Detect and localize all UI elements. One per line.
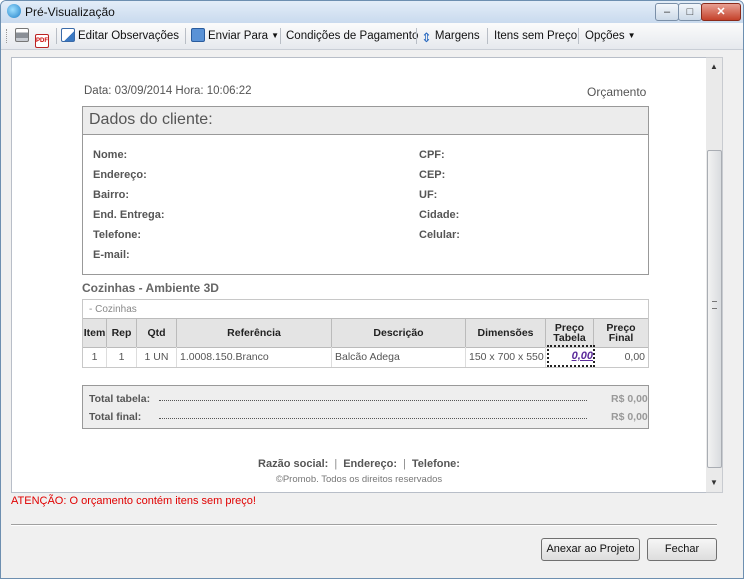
close-icon: ✕ xyxy=(716,6,726,18)
toolbar: PDF Editar Observações Enviar Para ▼ Cond… xyxy=(1,23,743,50)
client-header: Dados do cliente: xyxy=(83,107,648,135)
copyright-text: ©Promob. Todos os direitos reservados xyxy=(275,474,443,485)
column-header-dimensions: Dimensões xyxy=(466,319,546,347)
window-title: Pré-Visualização xyxy=(25,5,115,19)
toolbar-separator xyxy=(416,28,417,44)
client-field-district: Bairro: xyxy=(93,189,130,201)
items-table: - Cozinhas Item Rep Qtd Referência Descr… xyxy=(82,299,649,368)
print-button[interactable] xyxy=(15,28,32,44)
options-button[interactable]: Opções ▼ xyxy=(585,28,636,44)
chevron-down-icon: ▼ xyxy=(627,31,636,40)
client-field-address: Endereço: xyxy=(93,169,147,181)
scrollbar-thumb[interactable] xyxy=(707,150,722,468)
footer-company: Razão social: xyxy=(258,458,329,470)
cell-item: 1 xyxy=(83,347,107,367)
client-field-cpf: CPF: xyxy=(419,149,445,161)
toolbar-separator xyxy=(578,28,579,44)
column-header-description: Descrição xyxy=(332,319,466,347)
maximize-button[interactable]: □ xyxy=(678,3,702,21)
column-header-rep: Rep xyxy=(107,319,137,347)
total-table-label: Total tabela: xyxy=(89,393,151,405)
grip-icon xyxy=(712,301,717,309)
send-icon xyxy=(191,28,205,42)
report-preview[interactable]: Data: 03/09/2014 Hora: 10:06:22 Orçament… xyxy=(11,57,707,493)
app-icon xyxy=(7,4,21,18)
company-footer: Razão social: | Endereço: | Telefone: xyxy=(12,458,706,470)
send-to-button[interactable]: Enviar Para ▼ xyxy=(191,28,279,44)
maximize-icon: □ xyxy=(686,6,694,18)
client-data-box: Dados do cliente: Nome: Endereço: Bairro… xyxy=(82,106,649,275)
client-field-delivery-address: End. Entrega: xyxy=(93,209,165,221)
totals-box: Total tabela: R$ 0,00 Total final: R$ 0,… xyxy=(82,385,649,429)
date-time-line: Data: 03/09/2014 Hora: 10:06:22 xyxy=(84,85,252,97)
client-title: Dados do cliente: xyxy=(89,111,213,128)
client-field-email: E-mail: xyxy=(93,249,130,261)
footer-phone: Telefone: xyxy=(411,458,460,470)
toolbar-separator xyxy=(185,28,186,44)
table-price-link[interactable]: 0,00 xyxy=(549,347,593,365)
pdf-icon: PDF xyxy=(35,34,49,48)
printer-icon xyxy=(15,28,29,42)
toolbar-separator xyxy=(56,28,57,44)
toolbar-separator xyxy=(280,28,281,44)
margins-button[interactable]: ⇕ Margens xyxy=(421,28,480,45)
client-field-mobile: Celular: xyxy=(419,229,460,241)
items-without-price-button[interactable]: Itens sem Preço xyxy=(494,28,577,44)
warning-message: ATENÇÃO: O orçamento contém itens sem pr… xyxy=(11,495,256,507)
divider xyxy=(11,524,717,526)
footer-divider: | xyxy=(334,458,338,470)
subsection-label: - Cozinhas xyxy=(89,304,137,315)
toolbar-separator xyxy=(487,28,488,44)
edit-notes-label: Editar Observações xyxy=(78,30,179,42)
total-final-value: R$ 0,00 xyxy=(611,411,648,423)
client-field-phone: Telefone: xyxy=(93,229,142,241)
column-header-qtd: Qtd xyxy=(137,319,177,347)
margins-label: Margens xyxy=(434,30,480,42)
footer-divider: | xyxy=(403,458,406,470)
send-to-label: Enviar Para xyxy=(208,30,269,42)
cell-dimensions: 150 x 700 x 550 xyxy=(466,347,546,367)
chevron-down-icon: ▼ xyxy=(271,31,280,40)
title-bar: Pré-Visualização – □ ✕ xyxy=(1,1,743,23)
toolbar-grip[interactable] xyxy=(6,29,10,43)
options-label: Opções xyxy=(585,30,625,42)
vertical-scrollbar[interactable]: ▲ ▼ xyxy=(706,57,723,493)
minimize-button[interactable]: – xyxy=(655,3,679,21)
total-table-value: R$ 0,00 xyxy=(611,393,648,405)
total-final-label: Total final: xyxy=(89,411,142,423)
column-header-final-price: Preço Final xyxy=(606,322,636,344)
cell-rep: 1 xyxy=(107,347,137,367)
total-final-leader xyxy=(159,412,587,419)
client-field-cep: CEP: xyxy=(419,169,446,181)
close-window-button[interactable]: ✕ xyxy=(701,3,741,21)
column-header-table-price: Preço Tabela xyxy=(546,319,594,347)
cell-final-price: 0,00 xyxy=(624,351,645,363)
pdf-button[interactable]: PDF xyxy=(35,28,52,48)
column-header-reference: Referência xyxy=(177,319,332,347)
column-header-item: Item xyxy=(83,319,107,347)
edit-notes-button[interactable]: Editar Observações xyxy=(61,28,179,44)
scroll-up-icon[interactable]: ▲ xyxy=(706,62,722,71)
preview-window: Pré-Visualização – □ ✕ PDF Editar Observ… xyxy=(0,0,744,579)
cell-reference: 1.0008.150.Branco xyxy=(177,347,332,367)
client-field-city: Cidade: xyxy=(419,209,460,221)
cell-description: Balcão Adega xyxy=(332,347,466,367)
section-title: Cozinhas - Ambiente 3D xyxy=(82,281,219,295)
footer-address: Endereço: xyxy=(343,458,398,470)
total-table-leader xyxy=(159,394,587,401)
payment-terms-button[interactable]: Condições de Pagamento xyxy=(286,28,418,44)
scroll-down-icon[interactable]: ▼ xyxy=(706,478,722,487)
edit-icon xyxy=(61,28,75,42)
table-price-focus-box[interactable]: 0,00 xyxy=(547,345,595,367)
attach-to-project-button[interactable]: Anexar ao Projeto xyxy=(541,538,640,561)
close-button[interactable]: Fechar xyxy=(647,538,717,561)
document-type: Orçamento xyxy=(587,85,647,99)
table-row: 1 1 1 UN 1.0008.150.Branco Balcão Adega … xyxy=(83,345,648,367)
minimize-icon: – xyxy=(663,6,671,18)
cell-qtd: 1 UN xyxy=(137,347,177,367)
client-field-uf: UF: xyxy=(419,189,438,201)
margins-icon: ⇕ xyxy=(421,30,432,45)
client-field-name: Nome: xyxy=(93,149,128,161)
table-header: Item Rep Qtd Referência Descrição Dimens… xyxy=(83,318,648,348)
